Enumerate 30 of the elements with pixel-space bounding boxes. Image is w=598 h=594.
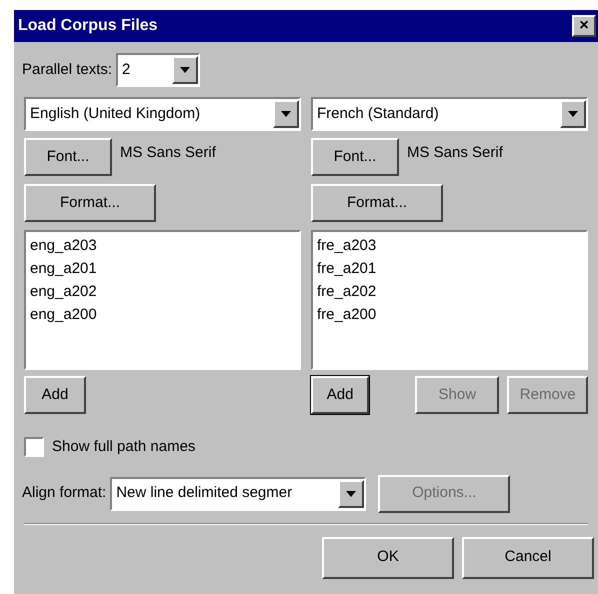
window-title: Load Corpus Files [18, 16, 158, 36]
list-action-button[interactable]: Add [24, 376, 86, 414]
align-format-select[interactable]: New line delimited segmer [110, 476, 366, 510]
font-button[interactable]: Font... [24, 138, 112, 176]
checkbox-label: Show full path names [52, 437, 196, 457]
format-button[interactable]: Format... [311, 184, 443, 222]
font-name: MS Sans Serif [407, 143, 503, 163]
font-name: MS Sans Serif [120, 143, 216, 163]
checkbox[interactable] [24, 437, 44, 458]
file-list-item[interactable]: fre_a203 [317, 234, 582, 257]
file-list-item[interactable]: eng_a203 [30, 234, 295, 257]
file-list-item[interactable]: fre_a200 [317, 303, 582, 326]
format-button[interactable]: Format... [24, 184, 156, 222]
dialog-button[interactable]: OK [322, 536, 454, 578]
list-action-button[interactable]: Add [311, 376, 370, 414]
file-list-item[interactable]: fre_a201 [317, 257, 582, 280]
align-format-label: Align format: [22, 483, 106, 504]
file-list[interactable]: eng_a203 eng_a201 eng_a202 eng_a200 [24, 230, 301, 370]
file-list-item[interactable]: eng_a200 [30, 303, 295, 326]
parallel-texts-label: Parallel texts: [22, 60, 112, 80]
font-button[interactable]: Font... [311, 138, 399, 176]
file-list-item[interactable]: eng_a201 [30, 257, 295, 280]
parallel-texts-select[interactable]: 2 [116, 53, 200, 87]
close-button[interactable]: × [572, 15, 596, 37]
file-list-item[interactable]: eng_a202 [30, 280, 295, 303]
language-select[interactable]: French (Standard) [311, 97, 588, 131]
language-select[interactable]: English (United Kingdom) [24, 97, 301, 131]
file-list-item[interactable]: fre_a202 [317, 280, 582, 303]
dialog-button[interactable]: Cancel [462, 536, 594, 578]
file-list[interactable]: fre_a203 fre_a201 fre_a202 fre_a200 [311, 230, 588, 370]
